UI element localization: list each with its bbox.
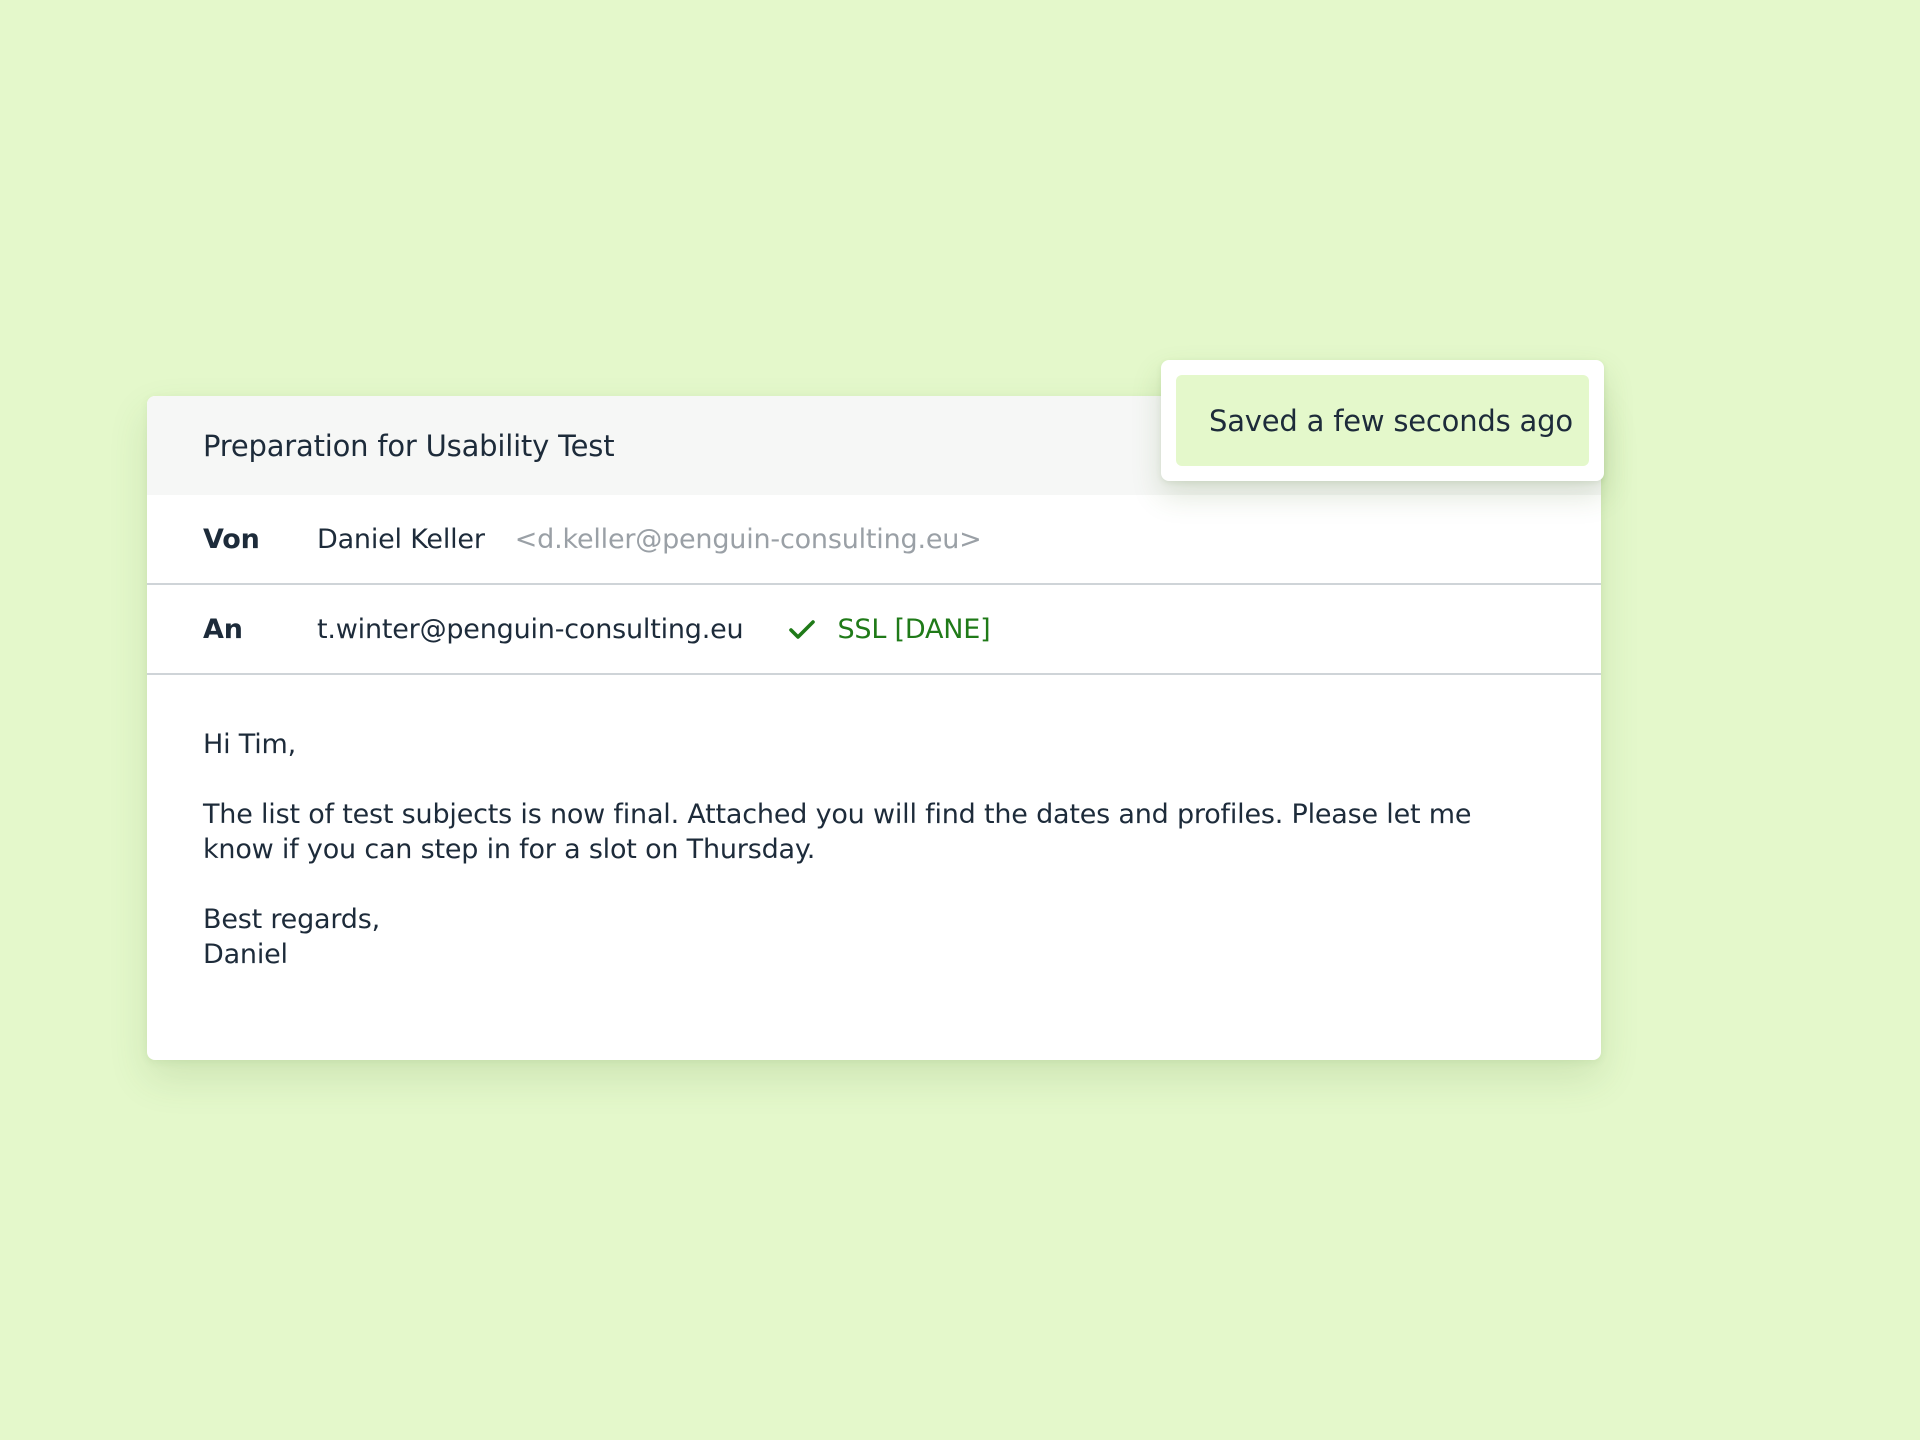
- sender-email[interactable]: <d.keller@penguin-consulting.eu>: [515, 524, 982, 555]
- from-label: Von: [203, 523, 260, 555]
- save-status-message-box: Saved a few seconds ago: [1176, 375, 1589, 466]
- from-row: Von Daniel Keller <d.keller@penguin-cons…: [147, 495, 1601, 585]
- page-background: { "mail": { "subject": "Preparation for …: [0, 0, 1920, 1440]
- ssl-status[interactable]: SSL [DANE]: [787, 613, 991, 645]
- email-closing: Best regards,: [203, 904, 380, 935]
- email-signature: Daniel: [203, 939, 288, 970]
- email-paragraph: The list of test subjects is now final. …: [203, 799, 1472, 865]
- email-card: Preparation for Usability Test Von Danie…: [147, 396, 1601, 1060]
- ssl-status-label: SSL [DANE]: [837, 613, 991, 645]
- save-status-toast: Saved a few seconds ago: [1161, 360, 1604, 481]
- email-greeting: Hi Tim,: [203, 729, 297, 760]
- save-status-message: Saved a few seconds ago: [1209, 403, 1573, 438]
- to-label: An: [203, 613, 243, 645]
- to-row: An t.winter@penguin-consulting.eu SSL [D…: [147, 585, 1601, 675]
- email-body[interactable]: Hi Tim, The list of test subjects is now…: [147, 675, 1601, 972]
- recipient-email[interactable]: t.winter@penguin-consulting.eu: [317, 614, 744, 645]
- email-signoff: Best regards, Daniel: [203, 902, 1545, 972]
- check-icon: [789, 620, 816, 639]
- sender-name[interactable]: Daniel Keller: [317, 524, 485, 555]
- email-subject[interactable]: Preparation for Usability Test: [203, 429, 615, 463]
